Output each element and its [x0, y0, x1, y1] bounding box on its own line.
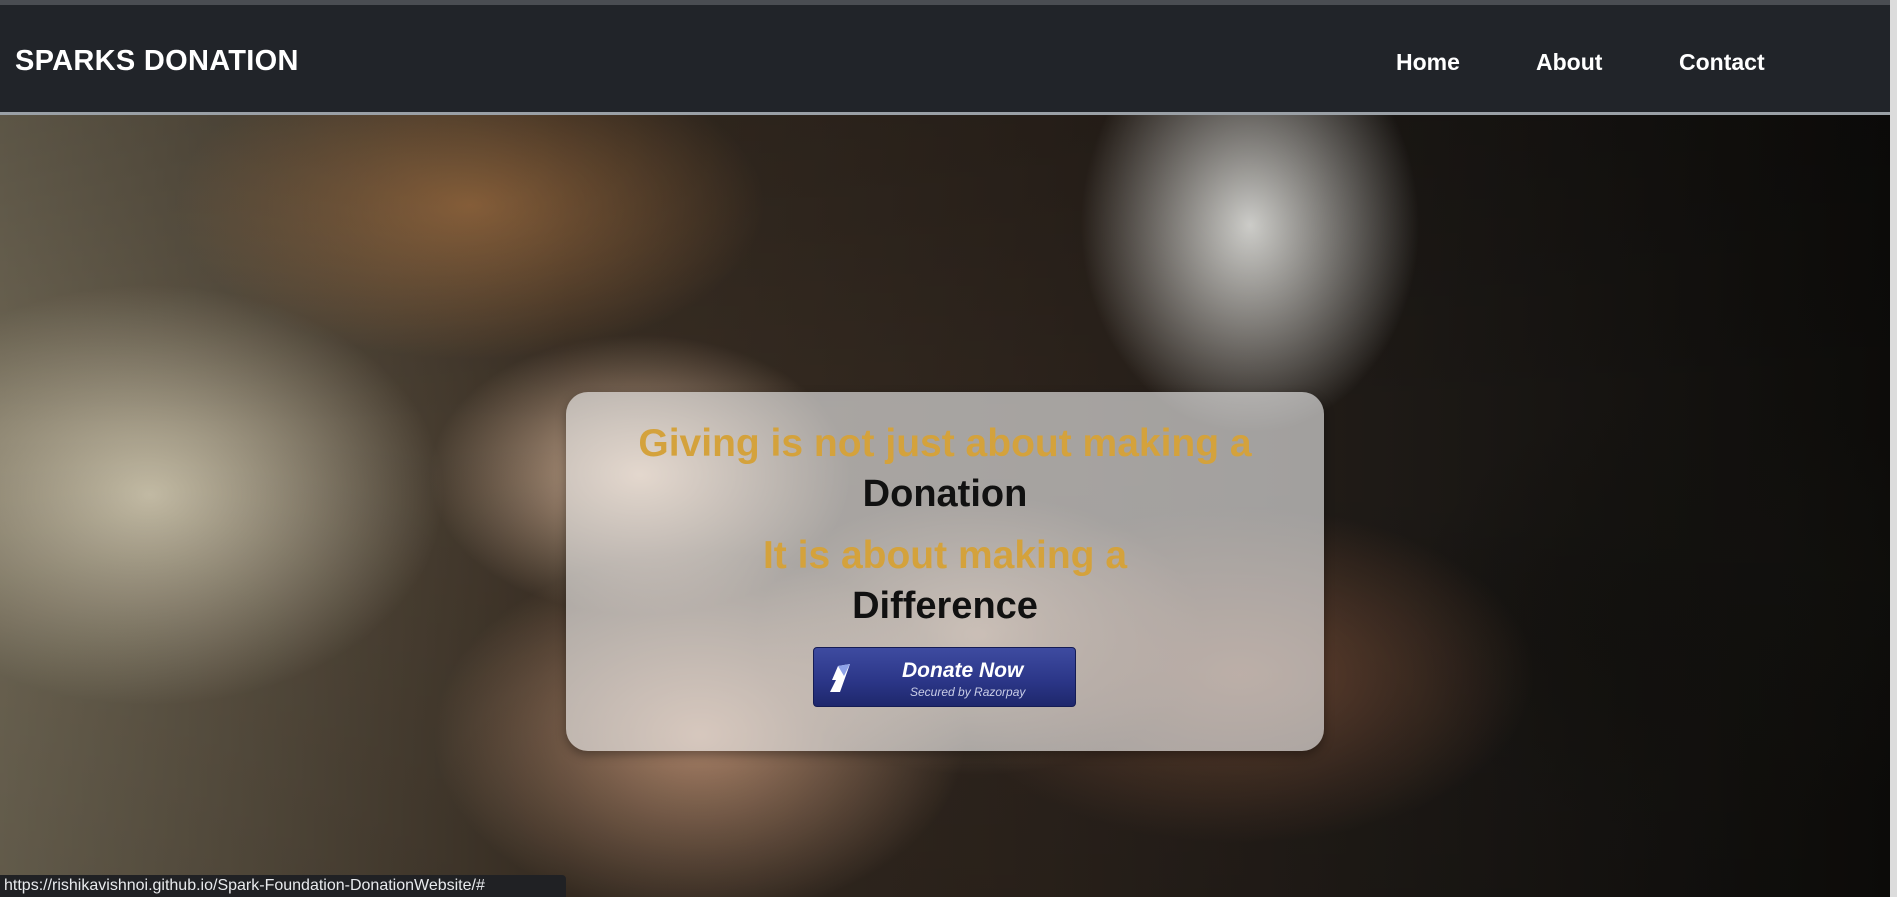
tagline-line-3: It is about making a: [762, 534, 1128, 577]
hero-message-card: Giving is not just about making a Donati…: [566, 392, 1324, 751]
brand-logo[interactable]: SPARKS DONATION: [15, 45, 299, 78]
tagline-line-1: Giving is not just about making a: [638, 422, 1252, 465]
donate-now-button[interactable]: Donate Now Secured by Razorpay: [813, 647, 1076, 707]
donate-button-label: Donate Now: [902, 659, 1024, 682]
donate-button-sublabel: Secured by Razorpay: [910, 685, 1026, 699]
scrollbar[interactable]: [1890, 0, 1897, 897]
page: SPARKS DONATION Home About Contact Givin…: [0, 0, 1897, 897]
nav-link-home[interactable]: Home: [1396, 49, 1460, 76]
navbar: SPARKS DONATION Home About Contact: [0, 5, 1890, 115]
tagline-line-2: Donation: [862, 473, 1028, 515]
status-bar-url: https://rishikavishnoi.github.io/Spark-F…: [0, 875, 566, 897]
nav-link-contact[interactable]: Contact: [1679, 49, 1765, 76]
nav-link-about[interactable]: About: [1536, 49, 1602, 76]
tagline-line-4: Difference: [852, 585, 1038, 627]
hero-section: Giving is not just about making a Donati…: [0, 115, 1890, 897]
razorpay-logo-icon: [830, 664, 850, 692]
